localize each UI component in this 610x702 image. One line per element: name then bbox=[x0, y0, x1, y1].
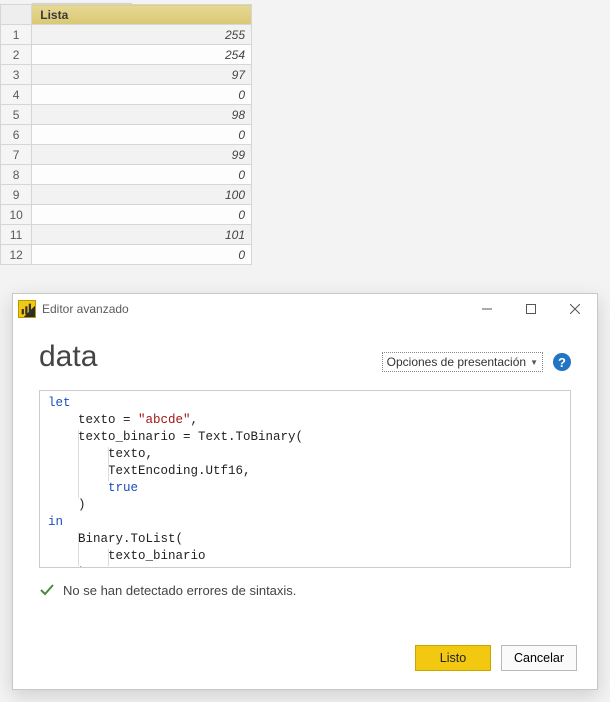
code-editor[interactable]: let texto = "abcde", texto_binario = Tex… bbox=[39, 390, 571, 568]
result-grid: Lista 1255 2254 397 40 598 60 799 80 910… bbox=[0, 0, 253, 265]
row-number[interactable]: 6 bbox=[1, 125, 32, 145]
close-button[interactable] bbox=[553, 294, 597, 324]
syntax-status: No se han detectado errores de sintaxis. bbox=[39, 582, 571, 598]
code-token: "abcde" bbox=[138, 413, 191, 427]
code-token: ) bbox=[48, 566, 86, 568]
cell[interactable]: 0 bbox=[32, 85, 252, 105]
row-number[interactable]: 7 bbox=[1, 145, 32, 165]
code-token: ) bbox=[48, 498, 86, 512]
cell[interactable]: 100 bbox=[32, 185, 252, 205]
row-number[interactable]: 5 bbox=[1, 105, 32, 125]
code-token: let bbox=[48, 396, 71, 410]
display-options-dropdown[interactable]: Opciones de presentación ▼ bbox=[382, 352, 543, 372]
advanced-editor-dialog: Editor avanzado data Opciones de present… bbox=[12, 293, 598, 690]
column-header[interactable]: Lista bbox=[32, 5, 252, 25]
row-number[interactable]: 2 bbox=[1, 45, 32, 65]
cell[interactable]: 0 bbox=[32, 165, 252, 185]
powerbi-icon bbox=[18, 300, 36, 318]
help-icon[interactable]: ? bbox=[553, 353, 571, 371]
code-token: texto = bbox=[48, 413, 138, 427]
row-number[interactable]: 1 bbox=[1, 25, 32, 45]
table-corner bbox=[1, 5, 32, 25]
dialog-title: Editor avanzado bbox=[42, 302, 465, 316]
row-number[interactable]: 3 bbox=[1, 65, 32, 85]
cell[interactable]: 0 bbox=[32, 205, 252, 225]
check-icon bbox=[39, 582, 55, 598]
dialog-footer: Listo Cancelar bbox=[13, 631, 597, 689]
cancel-button[interactable]: Cancelar bbox=[501, 645, 577, 671]
code-token: texto_binario bbox=[48, 549, 206, 563]
cell[interactable]: 0 bbox=[32, 245, 252, 265]
code-token: , bbox=[191, 413, 199, 427]
display-options-label: Opciones de presentación bbox=[387, 355, 526, 369]
row-number[interactable]: 4 bbox=[1, 85, 32, 105]
row-number[interactable]: 10 bbox=[1, 205, 32, 225]
cell[interactable]: 101 bbox=[32, 225, 252, 245]
code-token: texto, bbox=[48, 447, 153, 461]
code-token: texto_binario = Text.ToBinary( bbox=[48, 430, 303, 444]
query-name-heading: data bbox=[39, 342, 97, 372]
code-token: true bbox=[108, 481, 138, 495]
row-number[interactable]: 12 bbox=[1, 245, 32, 265]
cell[interactable]: 98 bbox=[32, 105, 252, 125]
row-number[interactable]: 11 bbox=[1, 225, 32, 245]
row-number[interactable]: 9 bbox=[1, 185, 32, 205]
cell[interactable]: 97 bbox=[32, 65, 252, 85]
cell[interactable]: 0 bbox=[32, 125, 252, 145]
code-token: in bbox=[48, 515, 63, 529]
maximize-button[interactable] bbox=[509, 294, 553, 324]
code-token: Binary.ToList( bbox=[48, 532, 183, 546]
cell[interactable]: 254 bbox=[32, 45, 252, 65]
chevron-down-icon: ▼ bbox=[530, 358, 538, 367]
ok-button[interactable]: Listo bbox=[415, 645, 491, 671]
cell[interactable]: 99 bbox=[32, 145, 252, 165]
cell[interactable]: 255 bbox=[32, 25, 252, 45]
row-number[interactable]: 8 bbox=[1, 165, 32, 185]
titlebar: Editor avanzado bbox=[13, 294, 597, 324]
minimize-button[interactable] bbox=[465, 294, 509, 324]
data-table[interactable]: Lista 1255 2254 397 40 598 60 799 80 910… bbox=[0, 4, 252, 265]
syntax-status-text: No se han detectado errores de sintaxis. bbox=[63, 583, 296, 598]
